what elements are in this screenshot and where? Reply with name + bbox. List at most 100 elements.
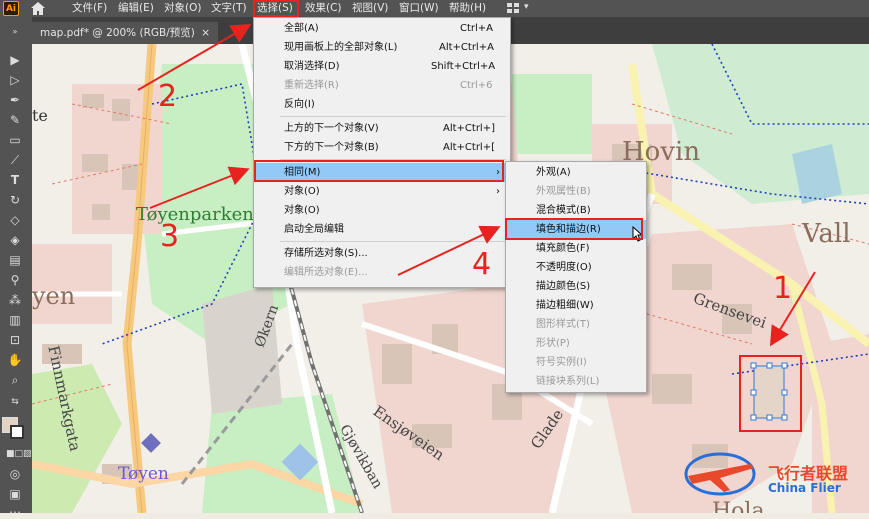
close-icon[interactable]: × [201,22,210,44]
rectangle-tool-icon[interactable]: ▭ [6,133,24,147]
submenu-item-stroke-weight[interactable]: 描边粗细(W) [506,296,646,315]
annotation-box-same [254,160,504,182]
watermark-subtitle: China Flier [768,481,841,495]
map-label-toyenparken: Tøyenparken [136,204,254,225]
zoom-tool-icon[interactable]: ⌕ [6,373,24,387]
menu-item-shortcut: Alt+Ctrl+A [439,42,494,53]
selection-tool-icon[interactable]: ▶ [6,53,24,67]
submenu-item-stroke-color[interactable]: 描边颜色(S) [506,277,646,296]
watermark-logo [680,446,768,498]
screen-mode-icon[interactable]: ▣ [6,487,24,501]
rotate-tool-icon[interactable]: ↻ [6,193,24,207]
menu-item-label: 外观(A) [536,167,571,178]
submenu-item-link-block-series: 链接块系列(L) [506,372,646,391]
same-submenu: 外观(A) 外观属性(B) 混合模式(B) 填色和描边(R) 填充颜色(F) 不… [505,161,647,393]
menu-edit[interactable]: 编辑(E) [118,1,154,16]
menu-item-label: 反向(I) [284,99,315,110]
menu-view[interactable]: 视图(V) [352,1,388,16]
map-label-hola: Hola [712,499,765,513]
menu-window[interactable]: 窗口(W) [399,1,439,16]
annotation-step-3: 3 [160,219,180,254]
direct-selection-tool-icon[interactable]: ▷ [6,73,24,87]
menu-item-object-submenu[interactable]: 对象(O) › [254,182,510,201]
eraser-tool-icon[interactable]: ◇ [6,213,24,227]
menu-item-label: 外观属性(B) [536,186,591,197]
menu-object[interactable]: 对象(O) [164,1,201,16]
menu-item-label: 对象(O) [284,186,320,197]
menu-item-next-object-above[interactable]: 上方的下一个对象(V) Alt+Ctrl+] [254,119,510,138]
type-tool-icon[interactable]: T [6,173,24,187]
menu-item-label: 取消选择(D) [284,61,340,72]
menu-item-reselect: 重新选择(R) Ctrl+6 [254,76,510,95]
menu-item-label: 对象(O) [284,205,320,216]
menu-item-label: 现用画板上的全部对象(L) [284,42,398,53]
stroke-color-swatch[interactable] [10,425,24,439]
menu-item-label: 链接块系列(L) [536,376,600,387]
menu-item-inverse[interactable]: 反向(I) [254,95,510,114]
menu-type[interactable]: 文字(T) [211,1,247,16]
menu-item-shortcut: Shift+Ctrl+A [431,61,496,72]
app-logo: Ai [3,1,19,16]
annotation-box-selected-object [739,355,802,432]
map-label-vall: Vall [802,219,851,249]
menu-item-label: 编辑所选对象(E)... [284,267,368,278]
submenu-arrow-icon: › [496,186,500,197]
menu-item-label: 描边粗细(W) [536,300,594,311]
menu-item-label: 下方的下一个对象(B) [284,142,379,153]
submenu-item-appearance[interactable]: 外观(A) [506,163,646,182]
home-icon[interactable] [30,1,46,16]
menu-item-next-object-below[interactable]: 下方的下一个对象(B) Alt+Ctrl+[ [254,138,510,157]
tools-panel: » ▶ ▷ ✒ ✎ ▭ ⟋ T ↻ ◇ ◈ ▤ ⚲ ⁂ ▥ ⊡ ✋ ⌕ ⇆ ■□… [0,17,32,519]
panel-collapse-icon[interactable]: » [6,25,24,39]
menu-item-label: 启动全局编辑 [284,224,344,235]
document-tab[interactable]: map.pdf* @ 200% (RGB/预览) × [32,22,218,44]
symbol-sprayer-tool-icon[interactable]: ⁂ [6,293,24,307]
map-label-toyen: Tøyen [118,464,169,484]
column-graph-tool-icon[interactable]: ▥ [6,313,24,327]
annotation-box-select-menu [253,0,299,17]
menu-item-select-all[interactable]: 全部(A) Ctrl+A [254,19,510,38]
menu-item-label: 形状(P) [536,338,570,349]
submenu-item-appearance-attribute: 外观属性(B) [506,182,646,201]
menu-effect[interactable]: 效果(C) [305,1,342,16]
paintbrush-tool-icon[interactable]: ⟋ [6,153,24,167]
swap-colors-icon[interactable]: ⇆ [6,395,24,409]
menu-file[interactable]: 文件(F) [72,1,107,16]
menu-item-label: 填充颜色(F) [536,243,590,254]
submenu-item-opacity[interactable]: 不透明度(O) [506,258,646,277]
menu-item-label: 全部(A) [284,23,319,34]
pen-tool-icon[interactable]: ✒ [6,93,24,107]
shape-builder-tool-icon[interactable]: ◈ [6,233,24,247]
eyedropper-tool-icon[interactable]: ⚲ [6,273,24,287]
draw-mode-icon[interactable]: ◎ [6,467,24,481]
menu-bar: Ai 文件(F) 编辑(E) 对象(O) 文字(T) 选择(S) 效果(C) 视… [0,0,869,17]
menu-item-label: 描边颜色(S) [536,281,591,292]
workspace-grid-icon[interactable] [507,3,519,13]
submenu-item-fill-color[interactable]: 填充颜色(F) [506,239,646,258]
menu-item-shortcut: Alt+Ctrl+[ [443,142,495,153]
menu-item-global-edit[interactable]: 启动全局编辑 [254,220,510,239]
submenu-item-shape: 形状(P) [506,334,646,353]
map-label-yen: yen [32,282,76,310]
curvature-tool-icon[interactable]: ✎ [6,113,24,127]
more-tools-icon[interactable]: ⋯ [6,505,24,519]
submenu-item-graphic-style: 图形样式(T) [506,315,646,334]
menu-help[interactable]: 帮助(H) [449,1,486,16]
document-tab-title: map.pdf* @ 200% (RGB/预览) [40,27,195,39]
menu-item-label: 重新选择(R) [284,80,339,91]
chevron-down-icon[interactable]: ▾ [524,2,529,12]
artboard-tool-icon[interactable]: ⊡ [6,333,24,347]
menu-item-select-all-on-artboard[interactable]: 现用画板上的全部对象(L) Alt+Ctrl+A [254,38,510,57]
menu-item-object[interactable]: 对象(O) [254,201,510,220]
color-mode-icon[interactable]: ■□▨ [6,447,32,461]
menu-item-deselect[interactable]: 取消选择(D) Shift+Ctrl+A [254,57,510,76]
annotation-step-2: 2 [158,79,178,114]
hand-tool-icon[interactable]: ✋ [6,353,24,367]
menu-item-shortcut: Alt+Ctrl+] [443,123,495,134]
gradient-tool-icon[interactable]: ▤ [6,253,24,267]
airplane-logo-icon [684,452,756,496]
map-label-te: te [32,106,48,125]
annotation-step-4: 4 [472,247,492,282]
menu-item-label: 符号实例(I) [536,357,587,368]
menu-item-label: 不透明度(O) [536,262,592,273]
